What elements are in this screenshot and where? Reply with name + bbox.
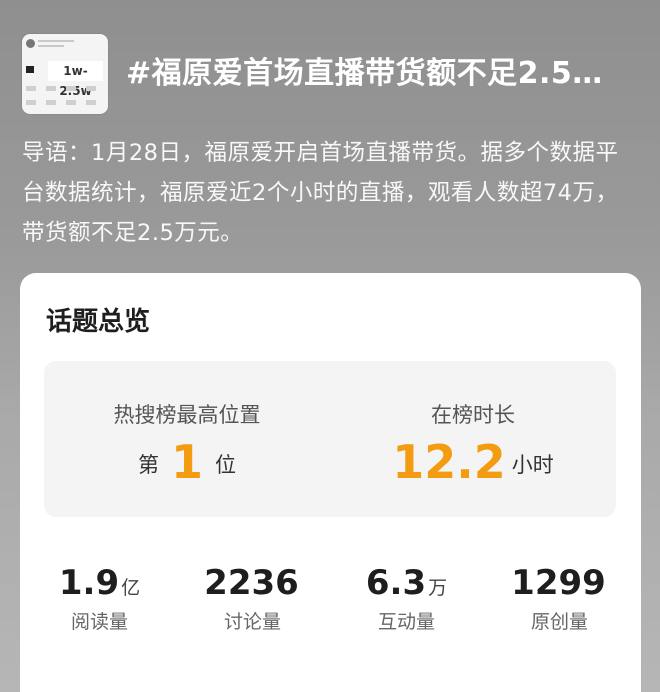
hot-search-suffix: 位 <box>215 453 236 477</box>
overview-title: 话题总览 <box>46 307 151 337</box>
stat-label: 原创量 <box>530 611 588 633</box>
stat-value: 1299 <box>511 563 606 603</box>
stat-label: 阅读量 <box>70 611 128 633</box>
hot-search-position: 热搜榜最高位置 第1位 <box>44 361 330 517</box>
stat-discussions: 2236 讨论量 <box>175 563 330 634</box>
ranking-panel: 热搜榜最高位置 第1位 在榜时长 12.2 小时 <box>44 361 616 517</box>
stat-unit: 亿 <box>121 577 141 599</box>
avatar-icon <box>26 39 35 48</box>
thumbnail-tag: 1w-2.5w <box>48 61 103 98</box>
stat-label: 互动量 <box>377 611 435 633</box>
duration-label: 在榜时长 <box>431 403 515 427</box>
hot-search-prefix: 第 <box>137 453 159 477</box>
duration-value: 12.2 <box>392 435 506 489</box>
on-list-duration: 在榜时长 12.2 小时 <box>330 361 616 517</box>
duration-unit: 小时 <box>511 453 554 477</box>
hot-search-label: 热搜榜最高位置 <box>113 403 261 427</box>
stat-value: 2236 <box>204 563 299 603</box>
intro-text: 导语：1月28日，福原爱开启首场直播带货。据多个数据平台数据统计，福原爱近2个小… <box>22 140 619 246</box>
stat-originals: 1299 原创量 <box>482 563 637 634</box>
hot-search-value: 1 <box>170 435 203 489</box>
stat-value: 6.3 <box>365 563 427 603</box>
topic-thumbnail[interactable]: 1w-2.5w <box>22 34 108 114</box>
stat-reads: 1.9 亿 阅读量 <box>22 563 177 634</box>
stat-unit: 万 <box>428 577 448 599</box>
stat-label: 讨论量 <box>223 611 281 633</box>
header: 1w-2.5w #福原爱首场直播带货额不足2.5… <box>22 34 642 118</box>
stat-value: 1.9 <box>58 563 120 603</box>
stat-interactions: 6.3 万 互动量 <box>329 563 484 634</box>
overview-card: 话题总览 热搜榜最高位置 第1位 在榜时长 12.2 小时 1.9 亿 阅读量 22… <box>20 273 641 692</box>
stats-row: 1.9 亿 阅读量 2236 讨论量 6.3 万 互动量 1299 原创量 <box>20 563 641 643</box>
topic-title[interactable]: #福原爱首场直播带货额不足2.5… <box>126 48 646 92</box>
thumbnail-badge-icon <box>26 66 34 73</box>
